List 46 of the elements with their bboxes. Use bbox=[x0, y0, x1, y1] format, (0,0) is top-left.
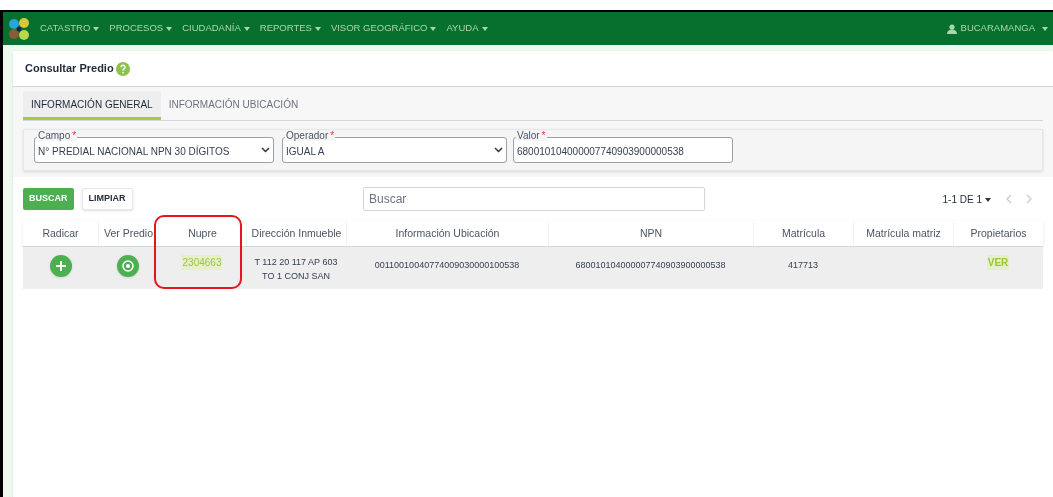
menu-item[interactable]: PROCESOS bbox=[109, 21, 173, 36]
menu-item[interactable]: CIUDADANÍA bbox=[182, 21, 250, 36]
column-header: Ver Predio bbox=[98, 221, 158, 246]
rows-per-page-dropdown[interactable]: 1-1 DE 1 bbox=[942, 191, 991, 207]
column-header: Propietarios bbox=[953, 221, 1043, 246]
table-cell-text: 417713 bbox=[787, 259, 818, 272]
caret-icon bbox=[166, 26, 173, 31]
column-header: Dirección Inmueble bbox=[246, 221, 346, 246]
column-header: Información Ubicación bbox=[346, 221, 548, 246]
column-header: NPN bbox=[548, 221, 753, 246]
tab[interactable]: INFORMACIÓN GENERAL bbox=[23, 91, 161, 120]
column-header: Matrícula bbox=[753, 221, 853, 246]
search-button[interactable]: BUSCAR bbox=[23, 188, 74, 210]
chevron-down-icon bbox=[494, 147, 503, 153]
search-field[interactable]: Buscar bbox=[363, 187, 705, 211]
target-icon bbox=[121, 259, 135, 273]
user-icon bbox=[946, 23, 957, 34]
logo-icon[interactable] bbox=[8, 16, 30, 41]
help-icon[interactable] bbox=[115, 61, 130, 76]
menu-item[interactable]: REPORTES bbox=[259, 21, 321, 36]
user-menu[interactable]: BUCARAMANGA bbox=[946, 21, 1048, 36]
table-cell-text: 680010104000007740903900000538 bbox=[575, 259, 726, 272]
menu-item[interactable]: AYUDA bbox=[446, 21, 488, 36]
caret-icon bbox=[430, 26, 437, 31]
caret-icon bbox=[481, 26, 488, 31]
caret-icon bbox=[985, 197, 991, 202]
caret-icon bbox=[1042, 26, 1048, 31]
caret-icon bbox=[93, 26, 100, 31]
column-header: Matrícula matriz bbox=[853, 221, 953, 246]
previous-page-icon[interactable] bbox=[1005, 194, 1012, 204]
target-button[interactable] bbox=[117, 255, 139, 277]
add-button[interactable] bbox=[49, 255, 72, 277]
clear-button[interactable]: LIMPIAR bbox=[81, 188, 133, 210]
table-cell-text: 00110010040774009030000100538 bbox=[374, 259, 520, 272]
chevron-down-icon bbox=[261, 147, 270, 153]
page-title: Consultar Predio bbox=[25, 61, 114, 77]
plus-icon bbox=[54, 260, 67, 272]
menu-item[interactable]: VISOR GEOGRÁFICO bbox=[330, 21, 437, 36]
caret-icon bbox=[243, 26, 250, 31]
table-cell-text: T 112 20 117 AP 603 TO 1 CONJ SAN bbox=[253, 256, 339, 283]
column-header: Radicar bbox=[41, 225, 80, 241]
tab[interactable]: INFORMACIÓN UBICACIÓN bbox=[160, 91, 307, 120]
menu-item[interactable]: CATASTRO bbox=[40, 21, 100, 36]
next-page-icon[interactable] bbox=[1026, 194, 1033, 204]
column-header: Nupre bbox=[158, 221, 246, 246]
caret-icon bbox=[314, 26, 321, 31]
